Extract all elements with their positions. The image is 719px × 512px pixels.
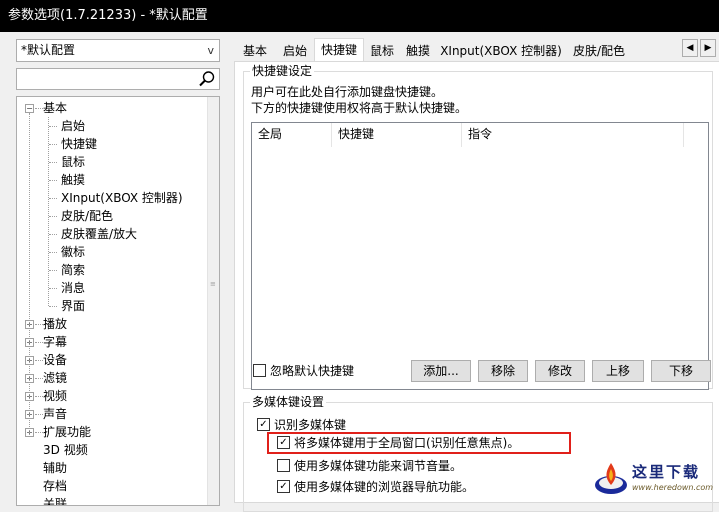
tree-connector [49,234,57,235]
tree-item[interactable]: 简索 [61,261,85,279]
tab-page-hotkeys: 快捷键设定 用户可在此处自行添加键盘快捷键。 下方的快捷键使用权将高于默认快捷键… [234,61,719,512]
recognize-media-keys-checkbox[interactable]: ✓ [257,418,270,431]
add-button[interactable]: 添加... [411,360,471,382]
scroll-grip-icon[interactable]: ≡ [210,281,218,291]
tree-connector [49,306,57,307]
tree-connector [35,396,43,397]
volume-media-keys-checkbox[interactable] [277,459,290,472]
browser-media-keys-checkbox[interactable]: ✓ [277,480,290,493]
collapse-icon[interactable]: − [25,104,34,113]
tree-item[interactable]: 视频 [43,387,67,405]
volume-media-keys-label: 使用多媒体键功能来调节音量。 [294,459,463,473]
column-header-command[interactable]: 指令 [462,123,684,147]
tree-connector [49,162,57,163]
tab-0[interactable]: 基本 [234,41,276,61]
edit-button[interactable]: 修改 [535,360,585,382]
column-header-hotkey[interactable]: 快捷键 [332,123,462,147]
preset-select[interactable]: *默认配置 v [16,39,220,62]
tree-item[interactable]: 播放 [43,315,67,333]
tree-connector [49,198,57,199]
media-group-title: 多媒体键设置 [250,395,327,409]
chevron-right-icon: ▶ [704,43,712,53]
tree-item[interactable]: 关联 [43,495,67,505]
recognize-media-keys-label: 识别多媒体键 [274,418,347,432]
tree-connector [35,414,43,415]
tree-connector [35,432,43,433]
tree-item[interactable]: 界面 [61,297,85,315]
global-media-keys-checkbox[interactable]: ✓ [277,436,290,449]
tree-item[interactable]: 扩展功能 [43,423,91,441]
tree-connector [49,180,57,181]
tree-connector [35,342,43,343]
tree-item[interactable]: 快捷键 [61,135,97,153]
tree-connector [49,216,57,217]
tree-connector [49,252,57,253]
tree-item[interactable]: 基本 [43,99,67,117]
hotkey-list[interactable]: 全局 快捷键 指令 [251,122,709,390]
tree-connector [49,144,57,145]
window-title: 参数选项(1.7.21233) - *默认配置 [0,0,719,32]
tab-2[interactable]: 快捷键 [314,38,364,62]
tree-item[interactable]: 徽标 [61,243,85,261]
tree-item[interactable]: 消息 [61,279,85,297]
tree-item[interactable]: 存档 [43,477,67,495]
tab-scroll-left-button[interactable]: ◀ [682,39,698,57]
watermark-logo: 这里下载 www.heredown.com [586,455,719,503]
hotkey-desc-1: 用户可在此处自行添加键盘快捷键。 [251,85,444,99]
chevron-left-icon: ◀ [686,43,694,53]
tree-guide [29,113,30,437]
move-down-button[interactable]: 下移 [651,360,711,382]
remove-button[interactable]: 移除 [478,360,528,382]
tree-connector [35,108,43,109]
tree-item[interactable]: 触摸 [61,171,85,189]
ignore-default-label: 忽略默认快捷键 [270,364,355,378]
tree-item[interactable]: 3D 视频 [43,441,88,459]
tree-connector [35,324,43,325]
tree-item[interactable]: XInput(XBOX 控制器) [61,189,183,207]
tree-item[interactable]: 鼠标 [61,153,85,171]
tree-connector [49,126,57,127]
tree-item[interactable]: 皮肤/配色 [61,207,113,225]
tree-connector [49,288,57,289]
tab-scroll-right-button[interactable]: ▶ [700,39,716,57]
tab-4[interactable]: 触摸 [400,41,436,61]
tree-connector [49,270,57,271]
tree-item[interactable]: 启始 [61,117,85,135]
watermark-url: www.heredown.com [632,483,714,492]
tree-item[interactable]: 声音 [43,405,67,423]
tree-scrollbar[interactable]: ≡ [207,97,219,505]
ignore-default-checkbox[interactable] [253,364,266,377]
browser-media-keys-label: 使用多媒体键的浏览器导航功能。 [294,480,475,494]
column-header-global[interactable]: 全局 [252,123,332,147]
tree-item[interactable]: 滤镜 [43,369,67,387]
tree-guide [48,117,49,306]
search-input[interactable] [16,68,220,90]
tab-6[interactable]: 皮肤/配色 [566,41,632,61]
hotkey-desc-2: 下方的快捷键使用权将高于默认快捷键。 [251,101,468,115]
settings-tree[interactable]: ≡ − 基本 启始 快捷键 鼠标 触摸 XInput(XBOX 控制器) 皮肤/配色 皮肤覆盖/… [16,96,220,506]
hotkey-group-title: 快捷键设定 [250,64,315,78]
tree-connector [35,378,43,379]
tree-item[interactable]: 辅助 [43,459,67,477]
tab-1[interactable]: 启始 [276,41,314,61]
tab-5[interactable]: XInput(XBOX 控制器) [436,41,566,61]
watermark-emblem-icon [595,463,627,494]
tree-item[interactable]: 字幕 [43,333,67,351]
dialog-client: *默认配置 v ≡ − 基本 启始 快捷键 鼠标 触摸 XInput(XBOX 控制器) 皮肤… [0,32,719,512]
tree-item[interactable]: 皮肤覆盖/放大 [61,225,137,243]
chevron-down-icon: v [207,44,214,57]
move-up-button[interactable]: 上移 [592,360,644,382]
tree-connector [35,360,43,361]
preset-value: *默认配置 [21,43,76,57]
watermark-text: 这里下载 [632,463,701,481]
search-icon[interactable] [198,70,216,88]
tree-item[interactable]: 设备 [43,351,67,369]
tab-3[interactable]: 鼠标 [364,41,400,61]
global-media-keys-label: 将多媒体键用于全局窗口(识别任意焦点)。 [294,436,520,450]
